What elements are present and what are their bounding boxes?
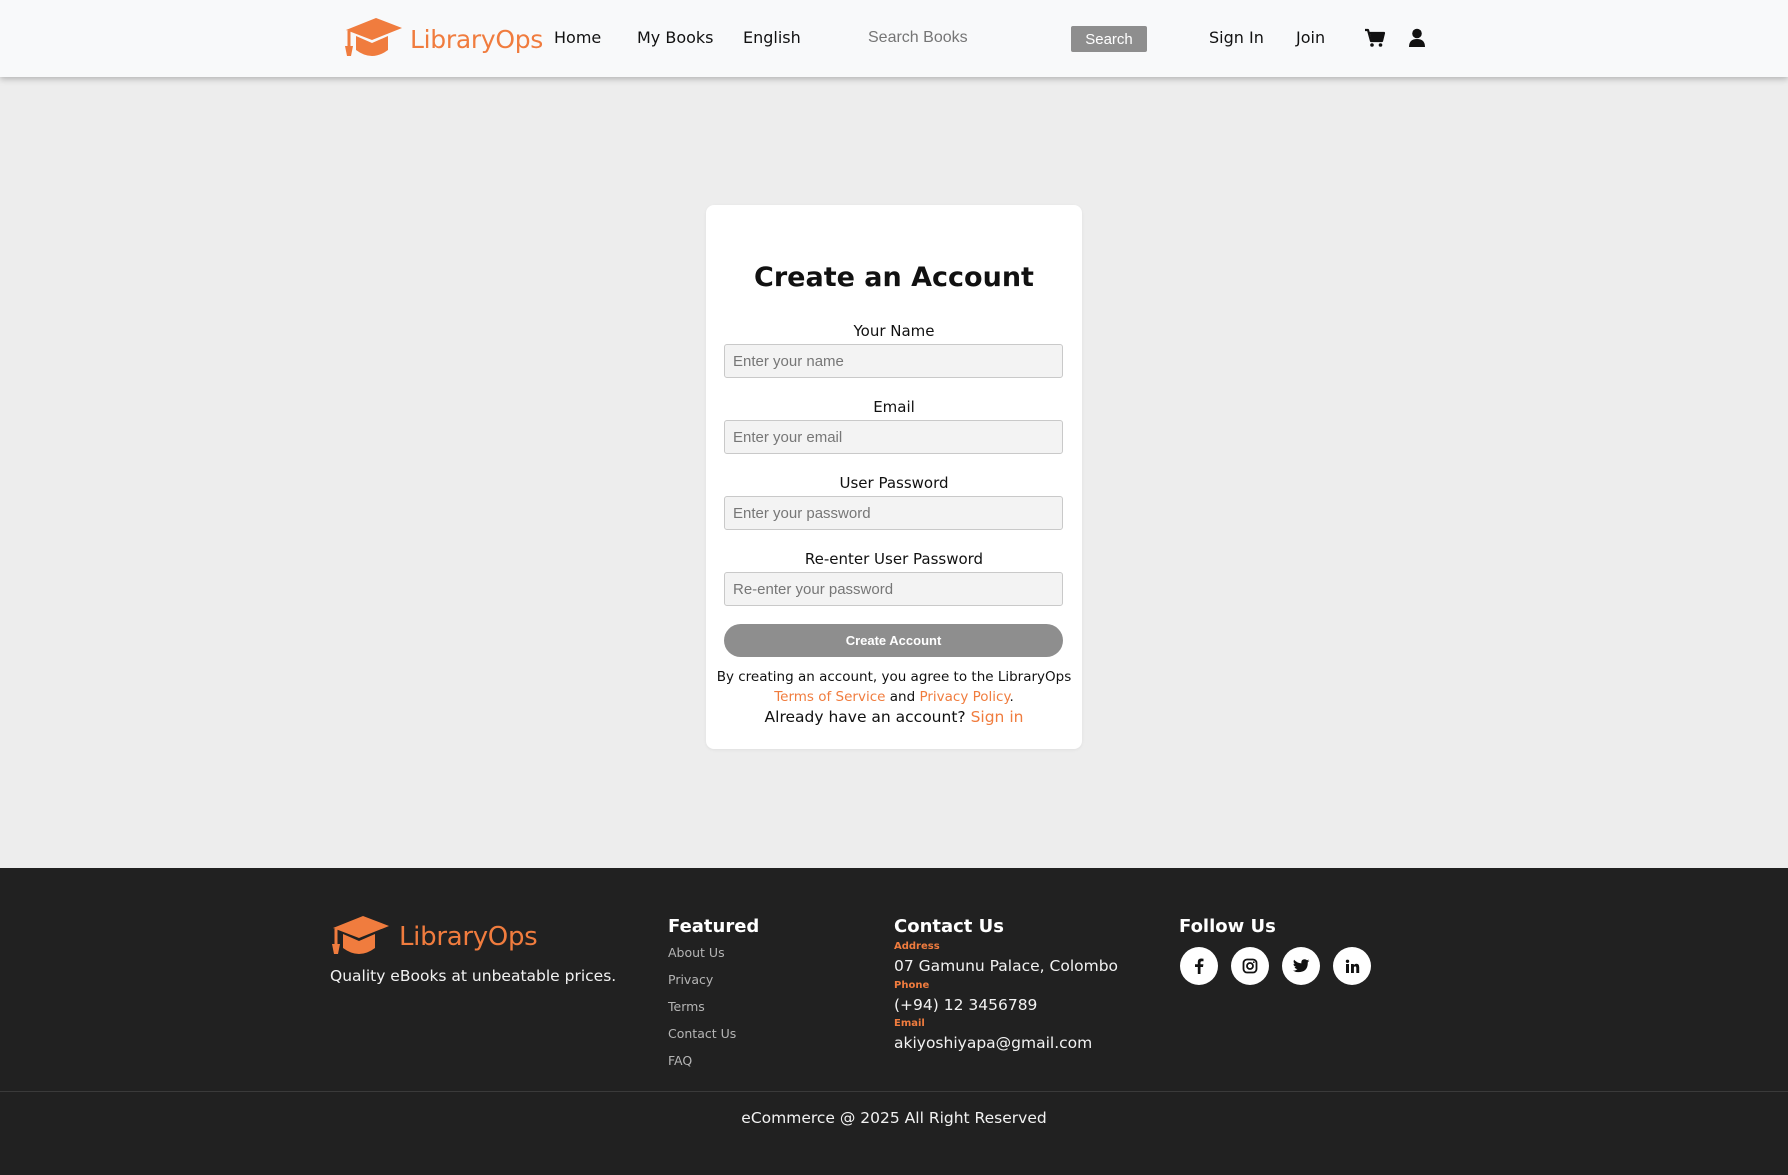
password-label: User Password [839,474,949,492]
featured-heading: Featured [668,916,760,937]
password-field[interactable] [724,496,1063,530]
sign-in-link-form[interactable]: Sign in [971,708,1024,726]
sign-in-link[interactable]: Sign In [1209,28,1264,47]
copyright-text: eCommerce @ 2025 All Right Reserved [741,1109,1047,1127]
linkedin-icon[interactable] [1333,947,1371,985]
brand-logo-link[interactable]: LibraryOps [342,16,543,62]
nav-home[interactable]: Home [554,28,601,47]
terms-and: and [889,689,916,705]
name-field[interactable] [724,344,1063,378]
instagram-icon[interactable] [1231,947,1269,985]
terms-of-service-link[interactable]: Terms of Service [774,689,885,705]
footer-tagline: Quality eBooks at unbeatable prices. [330,967,617,985]
twitter-icon[interactable] [1282,947,1320,985]
footer-divider [0,1091,1788,1092]
terms-suffix: . [1009,689,1014,705]
join-link[interactable]: Join [1296,28,1325,47]
create-account-card: Create an Account Your Name Email User P… [706,205,1082,749]
confirm-password-label: Re-enter User Password [804,550,984,568]
signin-prompt: Already have an account? [764,708,966,726]
graduation-cap-icon [345,18,402,56]
email-field[interactable] [724,420,1063,454]
footer-brand-name: LibraryOps [399,922,538,952]
phone-value: (+94) 12 3456789 [894,996,1038,1014]
facebook-icon[interactable] [1180,947,1218,985]
email-value: akiyoshiyapa@gmail.com [894,1034,1093,1052]
confirm-password-field[interactable] [724,572,1063,606]
language-selector[interactable]: English [743,28,801,47]
email-label: Email [873,398,915,416]
terms-prefix: By creating an account, you agree to the… [716,669,1072,685]
footer-link-terms[interactable]: Terms [668,999,705,1014]
brand-name: LibraryOps [410,24,543,54]
nav-my-books[interactable]: My Books [637,28,714,47]
footer-link-privacy[interactable]: Privacy [668,972,713,987]
footer-brand-logo[interactable]: LibraryOps [329,914,538,960]
follow-heading: Follow Us [1179,916,1276,937]
email-label-footer: Email [894,1018,925,1029]
privacy-policy-link[interactable]: Privacy Policy [919,689,1009,705]
address-value: 07 Gamunu Palace, Colombo [894,957,1119,975]
footer-link-faq[interactable]: FAQ [668,1053,692,1068]
cart-icon[interactable] [1363,26,1387,50]
signin-prompt-line: Already have an account? Sign in [706,708,1082,726]
search-button[interactable]: Search [1071,26,1147,52]
footer-link-about-us[interactable]: About Us [668,945,725,960]
terms-notice: By creating an account, you agree to the… [706,667,1082,707]
graduation-cap-icon [332,916,389,954]
footer: LibraryOps Quality eBooks at unbeatable … [0,868,1788,1175]
address-label: Address [894,941,940,952]
user-icon[interactable] [1405,26,1429,50]
name-label: Your Name [853,322,935,340]
top-navbar: LibraryOps Home My Books English Search … [0,0,1788,77]
search-input[interactable] [858,24,1058,52]
contact-heading: Contact Us [894,916,1005,937]
footer-link-contact-us[interactable]: Contact Us [668,1026,736,1041]
create-account-button[interactable]: Create Account [724,624,1063,657]
phone-label: Phone [894,980,930,991]
page-title: Create an Account [754,262,1034,293]
